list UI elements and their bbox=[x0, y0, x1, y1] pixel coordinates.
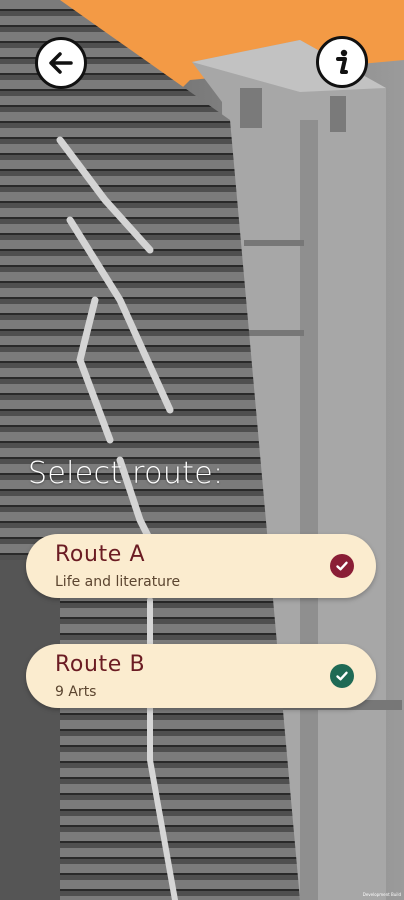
route-a-name: Route A bbox=[55, 542, 146, 567]
route-b-name: Route B bbox=[55, 652, 146, 677]
build-credit: Development Build bbox=[362, 892, 401, 897]
route-a-card[interactable]: Route A Life and literature bbox=[26, 534, 376, 598]
check-circle-icon bbox=[330, 554, 354, 578]
back-button[interactable] bbox=[35, 37, 87, 89]
check-circle-icon bbox=[330, 664, 354, 688]
info-icon bbox=[336, 49, 348, 74]
arrow-left-icon bbox=[49, 52, 73, 74]
route-b-card[interactable]: Route B 9 Arts bbox=[26, 644, 376, 708]
page-title: Select route: bbox=[28, 456, 224, 491]
route-selection-screen: Select route: Route A Life and literatur… bbox=[0, 0, 404, 900]
route-b-subtitle: 9 Arts bbox=[55, 684, 97, 700]
background-building-image bbox=[0, 0, 404, 900]
route-a-subtitle: Life and literature bbox=[55, 574, 181, 590]
info-button[interactable] bbox=[316, 36, 368, 88]
